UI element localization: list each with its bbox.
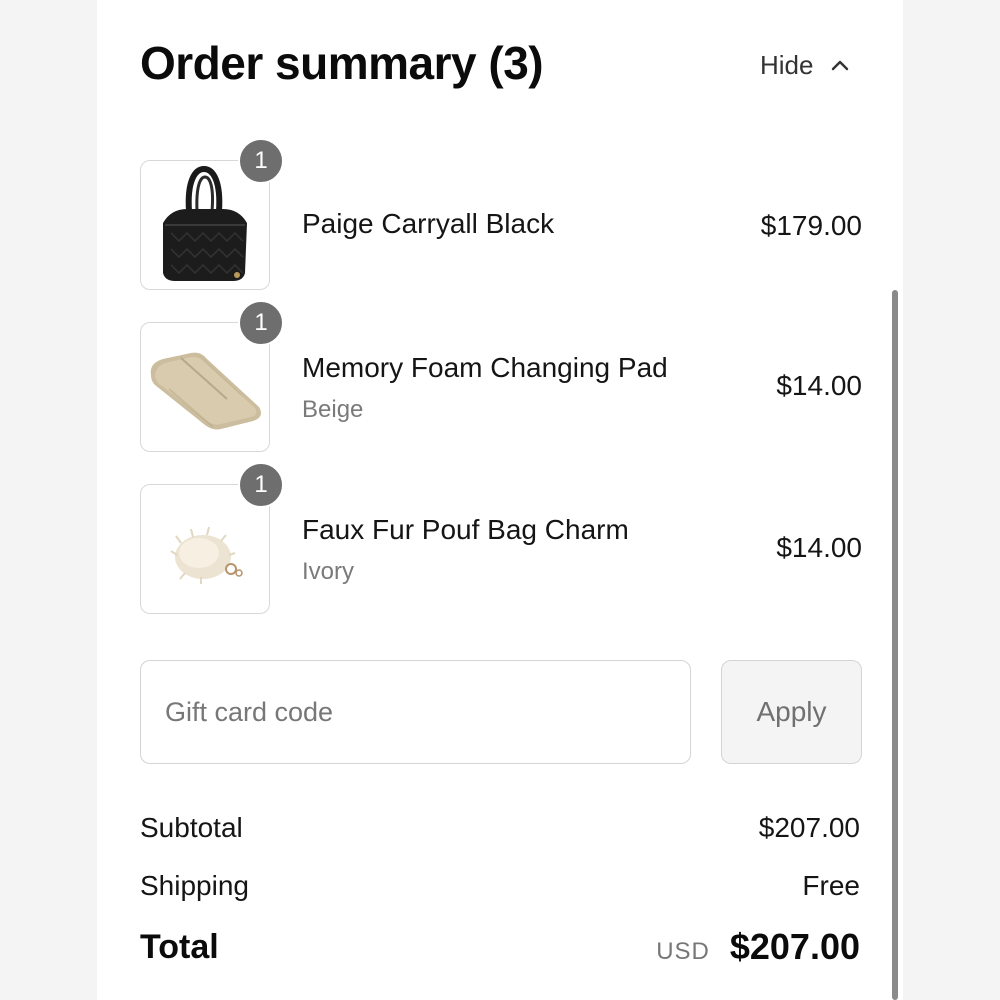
quantity-badge: 1 [238,300,284,346]
quantity-badge: 1 [238,138,284,184]
hide-label: Hide [760,49,814,80]
gift-card-input[interactable] [140,660,691,764]
item-price: $179.00 [760,210,862,241]
item-variant: Beige [302,396,364,423]
page-backdrop-right [903,0,1000,1000]
hide-summary-toggle[interactable]: Hide [760,48,851,82]
subtotal-value: $207.00 [758,812,860,843]
item-price: $14.00 [776,532,862,563]
item-name: Faux Fur Pouf Bag Charm [302,514,629,545]
item-name: Memory Foam Changing Pad [302,352,668,383]
line-item: 1 Faux Fur Pouf Bag Charm Ivory $14.00 [140,462,862,616]
line-item: 1 Memory Foam Changing Pad Beige $14.00 [140,300,862,454]
item-price: $14.00 [776,370,862,401]
subtotal-label: Subtotal [140,812,243,843]
quantity-badge: 1 [238,462,284,508]
scrollbar[interactable] [892,290,898,1000]
order-summary-title: Order summary (3) [140,37,544,89]
shipping-value: Free [802,870,860,901]
total-value: $207.00 [729,926,860,967]
currency-code: USD [656,938,710,965]
item-name: Paige Carryall Black [302,208,555,239]
line-item: 1 Paige Carryall Black $179.00 [140,138,862,292]
apply-button[interactable]: Apply [721,660,862,764]
total-label: Total [140,928,219,966]
item-variant: Ivory [302,558,355,585]
page-backdrop-left [0,0,97,1000]
shipping-label: Shipping [140,870,249,901]
chevron-up-icon [829,54,851,76]
total-amount: USD $207.00 [656,926,860,968]
